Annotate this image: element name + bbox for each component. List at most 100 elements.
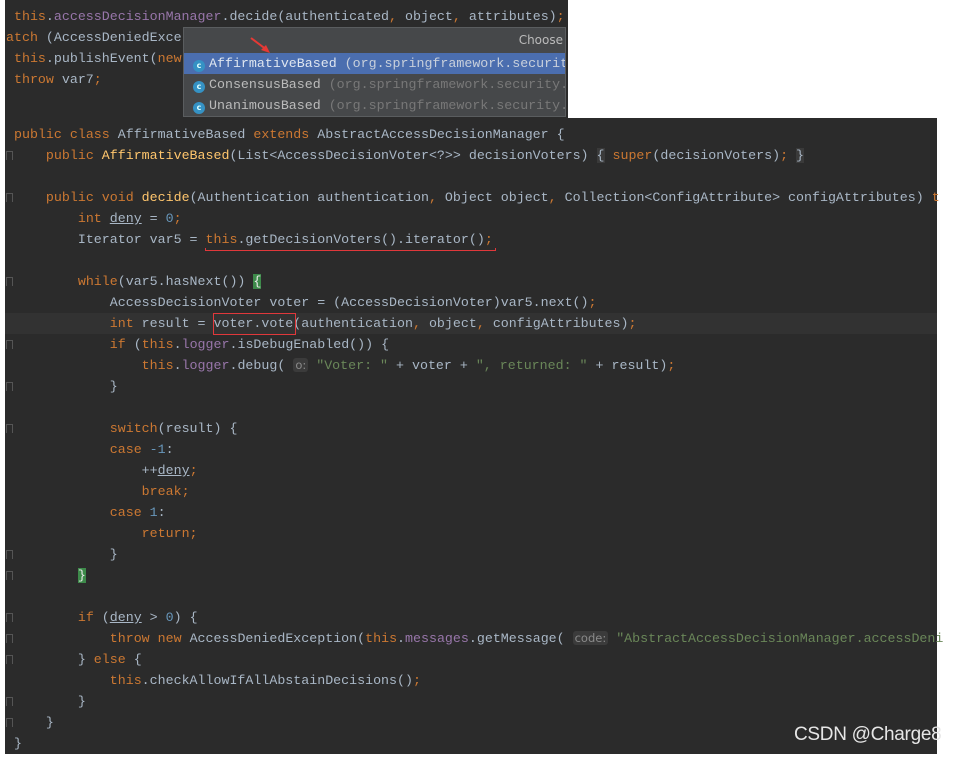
red-box-annotation: [212, 313, 297, 335]
code-line: if (deny > 0) {: [14, 607, 198, 628]
code-token: ;: [93, 72, 102, 87]
code-token: new: [157, 51, 182, 66]
code-token: object: [428, 316, 477, 331]
code-token: .decide(authenticated: [221, 9, 390, 24]
fold-marker-icon[interactable]: [6, 277, 13, 286]
code-line: this.accessDecisionManager.decide(authen…: [6, 6, 565, 27]
code-line: throw new AccessDeniedException(this.mes…: [14, 628, 943, 649]
code-token: this: [14, 673, 142, 688]
code-token: (List<AccessDecisionVoter<?>> decisionVo…: [229, 148, 597, 163]
fold-marker-icon[interactable]: [6, 697, 13, 706]
class-name: ConsensusBased: [209, 77, 321, 92]
code-line: int result = voter.vote(authentication, …: [14, 313, 637, 334]
popup-header: Choose: [518, 33, 563, 47]
code-token: configAttributes): [492, 316, 629, 331]
code-token: t: [931, 190, 940, 205]
code-token: }: [14, 694, 86, 709]
package-name: (org.springframework.security.: [320, 98, 565, 113]
code-token: ;: [588, 295, 597, 310]
fold-marker-icon[interactable]: [6, 193, 13, 202]
code-token: ,: [389, 9, 406, 24]
popup-item[interactable]: c ConsensusBased (org.springframework.sec…: [184, 74, 565, 95]
code-line: return;: [14, 523, 198, 544]
package-name: (org.springframework.security.: [320, 77, 565, 92]
class-icon: c: [193, 81, 205, 93]
code-token: "AbstractAccessDecisionManager.accessDen…: [616, 631, 944, 646]
code-line: throw var7;: [6, 69, 102, 90]
code-token: .getMessage(: [468, 631, 573, 646]
code-token: AccessDeniedException(: [189, 631, 366, 646]
code-token: deny: [157, 463, 190, 478]
fold-marker-icon[interactable]: [6, 340, 13, 349]
code-token: throw new: [14, 631, 190, 646]
code-token: Iterator var5 =: [14, 232, 206, 247]
code-token: .: [45, 9, 54, 24]
popup-item[interactable]: c AffirmativeBased (org.springframework.s…: [184, 53, 565, 74]
code-token: (Authentication authentication: [189, 190, 429, 205]
watermark: CSDN @Charge8: [794, 724, 942, 745]
code-token: ++: [14, 463, 158, 478]
code-token: ", returned: ": [475, 358, 588, 373]
code-token: AffirmativeBased: [117, 127, 254, 142]
code-token: }: [14, 715, 54, 730]
code-token: -1: [149, 442, 166, 457]
code-token: extends: [253, 127, 318, 142]
code-line: }: [14, 733, 22, 754]
code-token: }: [77, 568, 86, 583]
code-line: case -1:: [14, 439, 174, 460]
code-token: ;: [780, 148, 789, 163]
code-token: ;: [189, 463, 198, 478]
code-token: "Voter: ": [316, 358, 389, 373]
code-token: AffirmativeBased: [101, 148, 230, 163]
parameter-hint: o:: [293, 358, 309, 372]
code-token: logger: [181, 358, 230, 373]
code-line: }: [14, 691, 86, 712]
parameter-hint: code:: [572, 631, 609, 645]
code-token: ,: [428, 190, 445, 205]
code-token: int: [14, 316, 142, 331]
popup-item[interactable]: c UnanimousBased (org.springframework.sec…: [184, 95, 565, 116]
code-editor[interactable]: public class AffirmativeBased extends Ab…: [5, 118, 943, 754]
code-line: public void decide(Authentication authen…: [14, 187, 940, 208]
fold-marker-icon[interactable]: [6, 655, 13, 664]
code-token: {: [596, 148, 605, 163]
class-name: AffirmativeBased: [209, 56, 337, 71]
code-token: object: [405, 9, 453, 24]
code-token: ;: [667, 358, 676, 373]
code-token: ) {: [173, 610, 198, 625]
code-token: .checkAllowIfAllAbstainDecisions(): [141, 673, 413, 688]
fold-marker-icon[interactable]: [6, 151, 13, 160]
code-token: .publishEvent(: [45, 51, 158, 66]
code-token: (var5.hasNext()): [117, 274, 254, 289]
code-token: if: [14, 610, 102, 625]
fold-marker-icon[interactable]: [6, 571, 13, 580]
code-token: this: [365, 631, 398, 646]
fold-marker-icon[interactable]: [6, 382, 13, 391]
fold-marker-icon[interactable]: [6, 550, 13, 559]
code-token: .isDebugEnabled()) {: [229, 337, 390, 352]
code-token: }: [14, 736, 22, 751]
code-token: :: [157, 505, 166, 520]
code-token: 0: [165, 610, 174, 625]
code-line: ++deny;: [14, 460, 198, 481]
code-token: 1: [149, 505, 158, 520]
code-token: Collection<ConfigAttribute> configAttrib…: [564, 190, 932, 205]
package-name: (org.springframework.security: [336, 56, 565, 71]
code-token: case: [14, 505, 150, 520]
fold-marker-icon[interactable]: [6, 613, 13, 622]
code-token: AccessDecisionVoter voter = (AccessDecis…: [14, 295, 589, 310]
code-token: ,: [548, 190, 565, 205]
code-token: case: [14, 442, 150, 457]
code-line: break;: [14, 481, 190, 502]
code-token: this: [141, 337, 174, 352]
code-token: this: [14, 358, 174, 373]
fold-marker-icon[interactable]: [6, 718, 13, 727]
code-token: .: [173, 358, 182, 373]
code-token: {: [253, 274, 262, 289]
implementation-chooser-popup[interactable]: Choose c AffirmativeBased (org.springfram…: [183, 27, 566, 117]
fold-marker-icon[interactable]: [6, 634, 13, 643]
fold-marker-icon[interactable]: [6, 424, 13, 433]
